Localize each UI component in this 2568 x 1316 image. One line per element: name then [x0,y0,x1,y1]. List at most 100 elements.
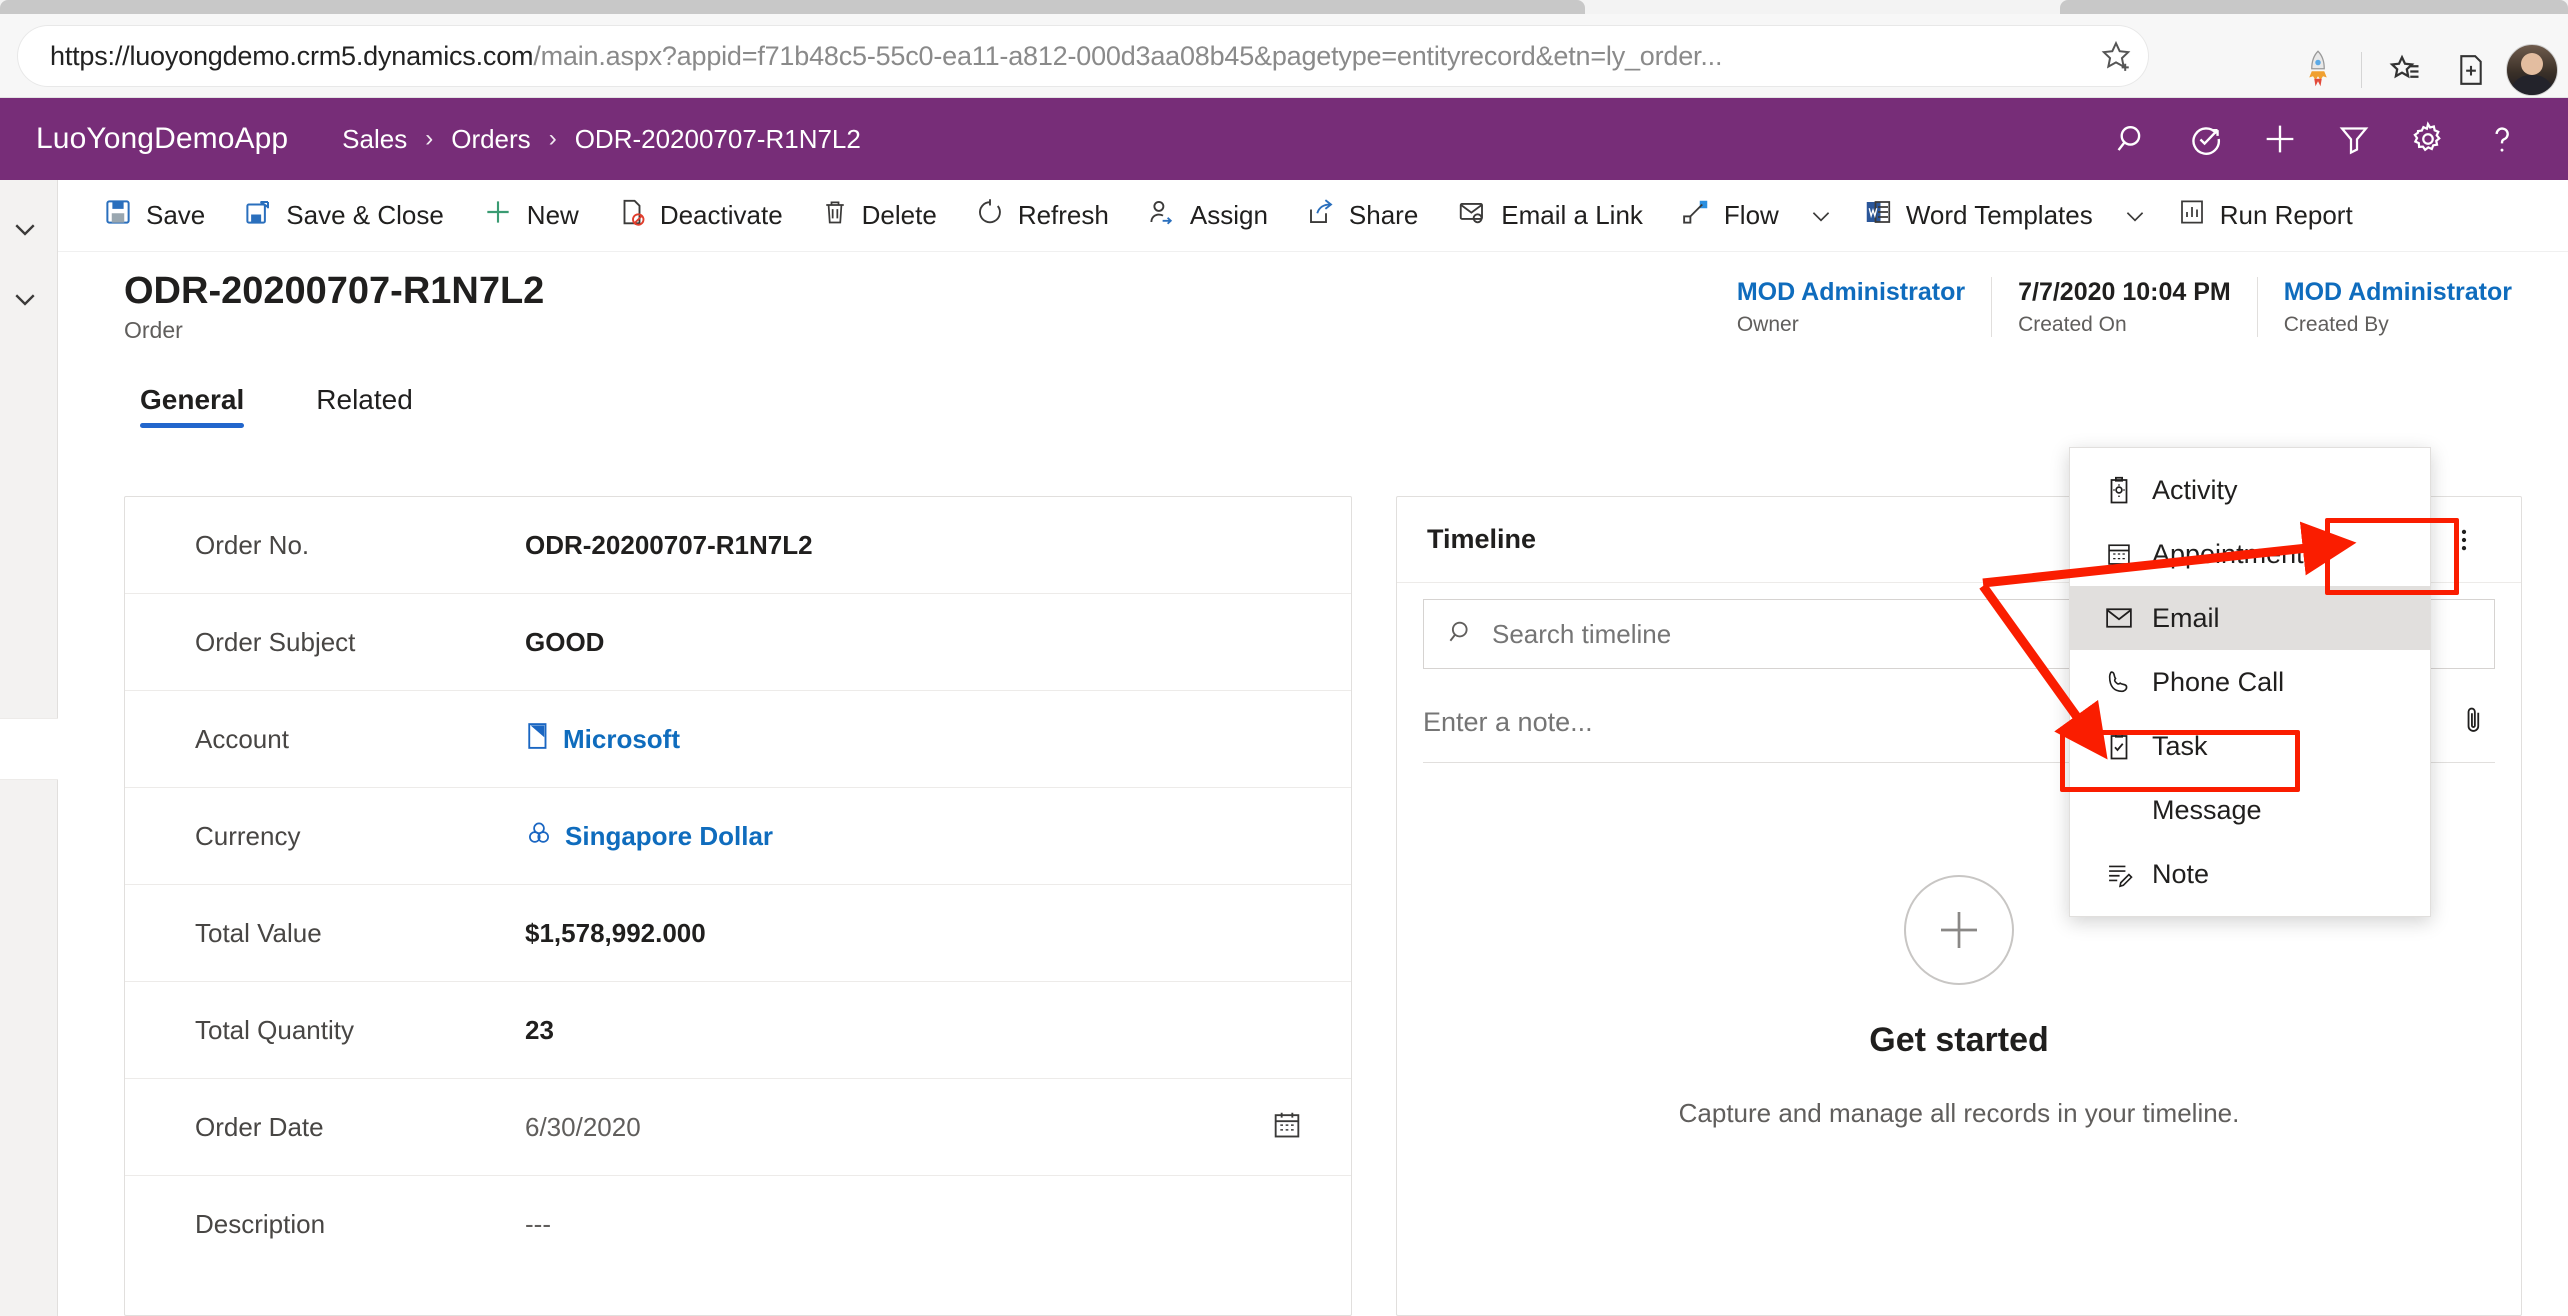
save-and-close-button[interactable]: Save & Close [224,180,463,252]
record-createdby-value[interactable]: MOD Administrator [2284,277,2512,307]
refresh-button[interactable]: Refresh [956,180,1128,252]
trash-icon [821,197,849,234]
record-header: ODR-20200707-R1N7L2 Order MOD Administra… [58,252,2568,362]
account-lookup-icon [525,721,551,758]
breadcrumb-item-record[interactable]: ODR-20200707-R1N7L2 [575,124,861,155]
field-value-currency[interactable]: Singapore Dollar [525,818,773,855]
field-row-total-quantity: Total Quantity 23 [125,982,1351,1079]
delete-button[interactable]: Delete [802,180,956,252]
timeline-empty-title: Get started [1869,1021,2049,1059]
field-row-currency: Currency Singapore Dollar [125,788,1351,885]
tab-general[interactable]: General [124,384,260,428]
appointment-calendar-icon [2104,539,2134,569]
flow-icon [1681,197,1711,234]
email-envelope-icon [2104,604,2134,632]
user-avatar-icon[interactable] [2506,44,2558,96]
menu-item-phone-call[interactable]: Phone Call [2070,650,2430,714]
browser-tab-other[interactable] [2060,0,2568,14]
refresh-label: Refresh [1017,200,1109,230]
filter-icon[interactable] [2322,107,2386,171]
run-report-button[interactable]: Run Report [2158,180,2372,252]
record-createdon-value: 7/7/2020 10:04 PM [2018,278,2231,306]
general-section-card: Order No. ODR-20200707-R1N7L2 Order Subj… [124,496,1352,1316]
field-value-account[interactable]: Microsoft [525,721,680,758]
flow-button[interactable]: Flow [1662,180,1798,252]
word-icon [1863,197,1893,234]
menu-item-email[interactable]: Email [2070,586,2430,650]
menu-item-message[interactable]: Message [2070,778,2430,842]
deactivate-label: Deactivate [659,200,783,230]
sitemap-chevron-1[interactable] [4,208,46,250]
assistant-icon[interactable] [2174,107,2238,171]
field-value-total-value[interactable]: $1,578,992.000 [525,918,706,949]
field-value-order-subject[interactable]: GOOD [525,627,604,658]
address-bar-text: https://luoyongdemo.crm5.dynamics.com/ma… [50,41,2084,72]
note-icon [2104,860,2134,888]
timeline-more-commands-button[interactable] [2433,509,2495,571]
breadcrumb-item-sales[interactable]: Sales [342,124,407,155]
field-value-total-quantity[interactable]: 23 [525,1015,554,1046]
menu-item-task[interactable]: Task [2070,714,2430,778]
word-templates-button[interactable]: Word Templates [1844,180,2112,252]
form-body: Order No. ODR-20200707-R1N7L2 Order Subj… [58,428,2568,1316]
settings-gear-icon[interactable] [2396,107,2460,171]
field-row-account: Account Microsoft [125,691,1351,788]
menu-item-note[interactable]: Note [2070,842,2430,906]
record-owner-field: MOD Administrator Owner [1711,277,1991,337]
deactivate-icon [617,197,647,234]
help-icon[interactable] [2470,107,2534,171]
star-add-icon[interactable] [2084,26,2148,86]
app-name[interactable]: LuoYongDemoApp [36,122,288,156]
field-label-total-value: Total Value [195,917,322,948]
record-createdby-field: MOD Administrator Created By [2256,277,2538,337]
field-label-order-no: Order No. [195,529,310,560]
calendar-icon[interactable] [1271,1109,1303,1146]
menu-item-activity[interactable]: Activity [2070,458,2430,522]
search-icon[interactable] [2100,107,2164,171]
sitemap-chevron-2[interactable] [4,278,46,320]
share-icon [1306,197,1336,234]
menu-item-activity-label: Activity [2152,474,2238,505]
save-button[interactable]: Save [84,180,224,252]
field-label-order-subject: Order Subject [195,626,356,657]
menu-item-phone-call-label: Phone Call [2152,666,2285,697]
menu-item-appointment[interactable]: Appointment [2070,522,2430,586]
breadcrumb-item-orders[interactable]: Orders [451,124,530,155]
rocket-extension-icon[interactable] [2287,39,2349,101]
tab-related[interactable]: Related [300,384,429,428]
quick-create-icon[interactable] [2248,107,2312,171]
left-nav-rail [0,98,58,1316]
menu-item-message-label: Message [2152,794,2262,825]
assign-label: Assign [1189,200,1268,230]
timeline-empty-plus-icon[interactable] [1904,875,2014,985]
share-button[interactable]: Share [1287,180,1437,252]
assign-button[interactable]: Assign [1128,180,1287,252]
collections-icon[interactable] [2440,39,2502,101]
browser-tab-active[interactable] [0,0,1585,14]
field-label-currency: Currency [195,820,301,851]
field-label-total-quantity: Total Quantity [195,1014,354,1045]
email-link-icon [1456,197,1488,234]
timeline-create-menu: Activity Appointment Email Phone Call Ta… [2069,447,2431,917]
record-createdon-label: Created On [2018,313,2127,336]
page-title: ODR-20200707-R1N7L2 [124,269,545,312]
field-value-description[interactable]: --- [525,1209,551,1240]
field-value-order-no[interactable]: ODR-20200707-R1N7L2 [525,530,813,561]
word-templates-caret[interactable] [2112,180,2158,252]
menu-item-note-label: Note [2152,858,2210,889]
email-a-link-button[interactable]: Email a Link [1437,180,1662,252]
address-bar[interactable]: https://luoyongdemo.crm5.dynamics.com/ma… [18,26,2148,86]
field-label-order-date: Order Date [195,1111,324,1142]
sitemap-selected-row[interactable] [0,718,58,780]
deactivate-button[interactable]: Deactivate [598,180,802,252]
toolbar-divider [2361,52,2362,88]
record-entity-name: Order [124,317,183,344]
paperclip-icon[interactable] [2459,703,2489,742]
flow-caret[interactable] [1798,180,1844,252]
favorites-icon[interactable] [2374,39,2436,101]
new-button[interactable]: New [463,180,598,252]
record-owner-value[interactable]: MOD Administrator [1737,277,1965,307]
save-icon [103,197,133,234]
field-value-order-date[interactable]: 6/30/2020 [525,1112,641,1143]
field-row-description: Description --- [125,1176,1351,1273]
